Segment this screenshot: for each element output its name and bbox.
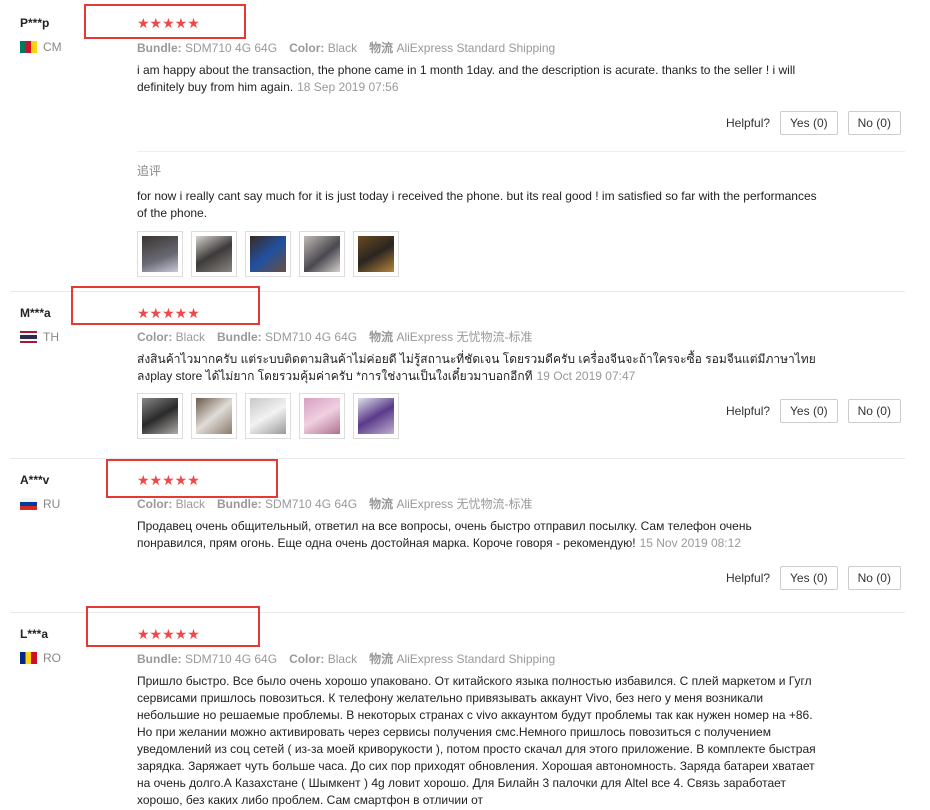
reviewer-name: L***a bbox=[20, 627, 49, 641]
helpful-controls: Helpful? Yes (0) No (0) bbox=[726, 111, 911, 135]
review-text: Продавец очень общительный, ответил на в… bbox=[137, 519, 752, 550]
helpful-label: Helpful? bbox=[726, 116, 771, 130]
reviewer-name: A***v bbox=[20, 473, 50, 487]
helpful-yes-button[interactable]: Yes (0) bbox=[780, 111, 838, 135]
country-code: TH bbox=[43, 330, 59, 344]
review-photo[interactable] bbox=[299, 393, 345, 439]
flag-ro-icon bbox=[20, 652, 37, 664]
helpful-yes-button[interactable]: Yes (0) bbox=[780, 399, 838, 423]
helpful-label: Helpful? bbox=[726, 571, 771, 585]
highlight-box bbox=[84, 4, 246, 39]
review-photo[interactable] bbox=[353, 231, 399, 277]
review-date: 18 Sep 2019 07:56 bbox=[297, 80, 399, 94]
country-code: RO bbox=[43, 651, 61, 665]
review-photo[interactable] bbox=[353, 393, 399, 439]
flag-ru-icon bbox=[20, 498, 37, 510]
review-photo[interactable] bbox=[299, 231, 345, 277]
highlight-box bbox=[71, 286, 260, 325]
helpful-no-button[interactable]: No (0) bbox=[847, 566, 901, 590]
additional-review-text: for now i really cant say much for it is… bbox=[137, 189, 817, 220]
review-photo[interactable] bbox=[245, 393, 291, 439]
review-meta: Color: Black Bundle: SDM710 4G 64G 物流 AliE… bbox=[137, 497, 533, 511]
reviewer-country: TH bbox=[20, 330, 59, 344]
reviewer-name: M***a bbox=[20, 306, 51, 320]
helpful-no-button[interactable]: No (0) bbox=[847, 111, 901, 135]
review-meta: Color: Black Bundle: SDM710 4G 64G 物流 AliE… bbox=[137, 330, 533, 344]
review-text: ส่งสินค้าไวมากครับ แต่ระบบติดตามสินค้าไม… bbox=[137, 352, 816, 383]
review-photo[interactable] bbox=[191, 393, 237, 439]
review-photos bbox=[137, 393, 399, 439]
review-photo[interactable] bbox=[137, 231, 183, 277]
highlight-box bbox=[86, 606, 260, 647]
review-photo[interactable] bbox=[137, 393, 183, 439]
reviewer-name: P***p bbox=[20, 16, 50, 30]
country-code: CM bbox=[43, 40, 62, 54]
review-text: Пришло быстро. Все было очень хорошо упа… bbox=[137, 674, 816, 807]
helpful-label: Helpful? bbox=[726, 404, 771, 418]
reviewer-country: RU bbox=[20, 497, 60, 511]
review-photo[interactable] bbox=[245, 231, 291, 277]
helpful-yes-button[interactable]: Yes (0) bbox=[780, 566, 838, 590]
reviewer-country: CM bbox=[20, 40, 62, 54]
highlight-box bbox=[106, 459, 278, 498]
review-meta: Bundle: SDM710 4G 64G Color: Black 物流 AliE… bbox=[137, 41, 556, 55]
flag-th-icon bbox=[20, 331, 37, 343]
review-photos bbox=[137, 231, 399, 277]
additional-review-label: 追评 bbox=[137, 164, 162, 178]
helpful-controls: Helpful? Yes (0) No (0) bbox=[726, 566, 911, 590]
review-date: 15 Nov 2019 08:12 bbox=[639, 536, 741, 550]
review-text: i am happy about the transaction, the ph… bbox=[137, 63, 796, 94]
flag-cm-icon bbox=[20, 41, 37, 53]
review-photo[interactable] bbox=[191, 231, 237, 277]
review-meta: Bundle: SDM710 4G 64G Color: Black 物流 AliE… bbox=[137, 652, 556, 666]
country-code: RU bbox=[43, 497, 61, 511]
divider bbox=[137, 151, 905, 152]
reviewer-country: RO bbox=[20, 651, 61, 665]
review-date: 19 Oct 2019 07:47 bbox=[536, 369, 636, 383]
helpful-no-button[interactable]: No (0) bbox=[847, 399, 901, 423]
helpful-controls: Helpful? Yes (0) No (0) bbox=[726, 399, 911, 423]
